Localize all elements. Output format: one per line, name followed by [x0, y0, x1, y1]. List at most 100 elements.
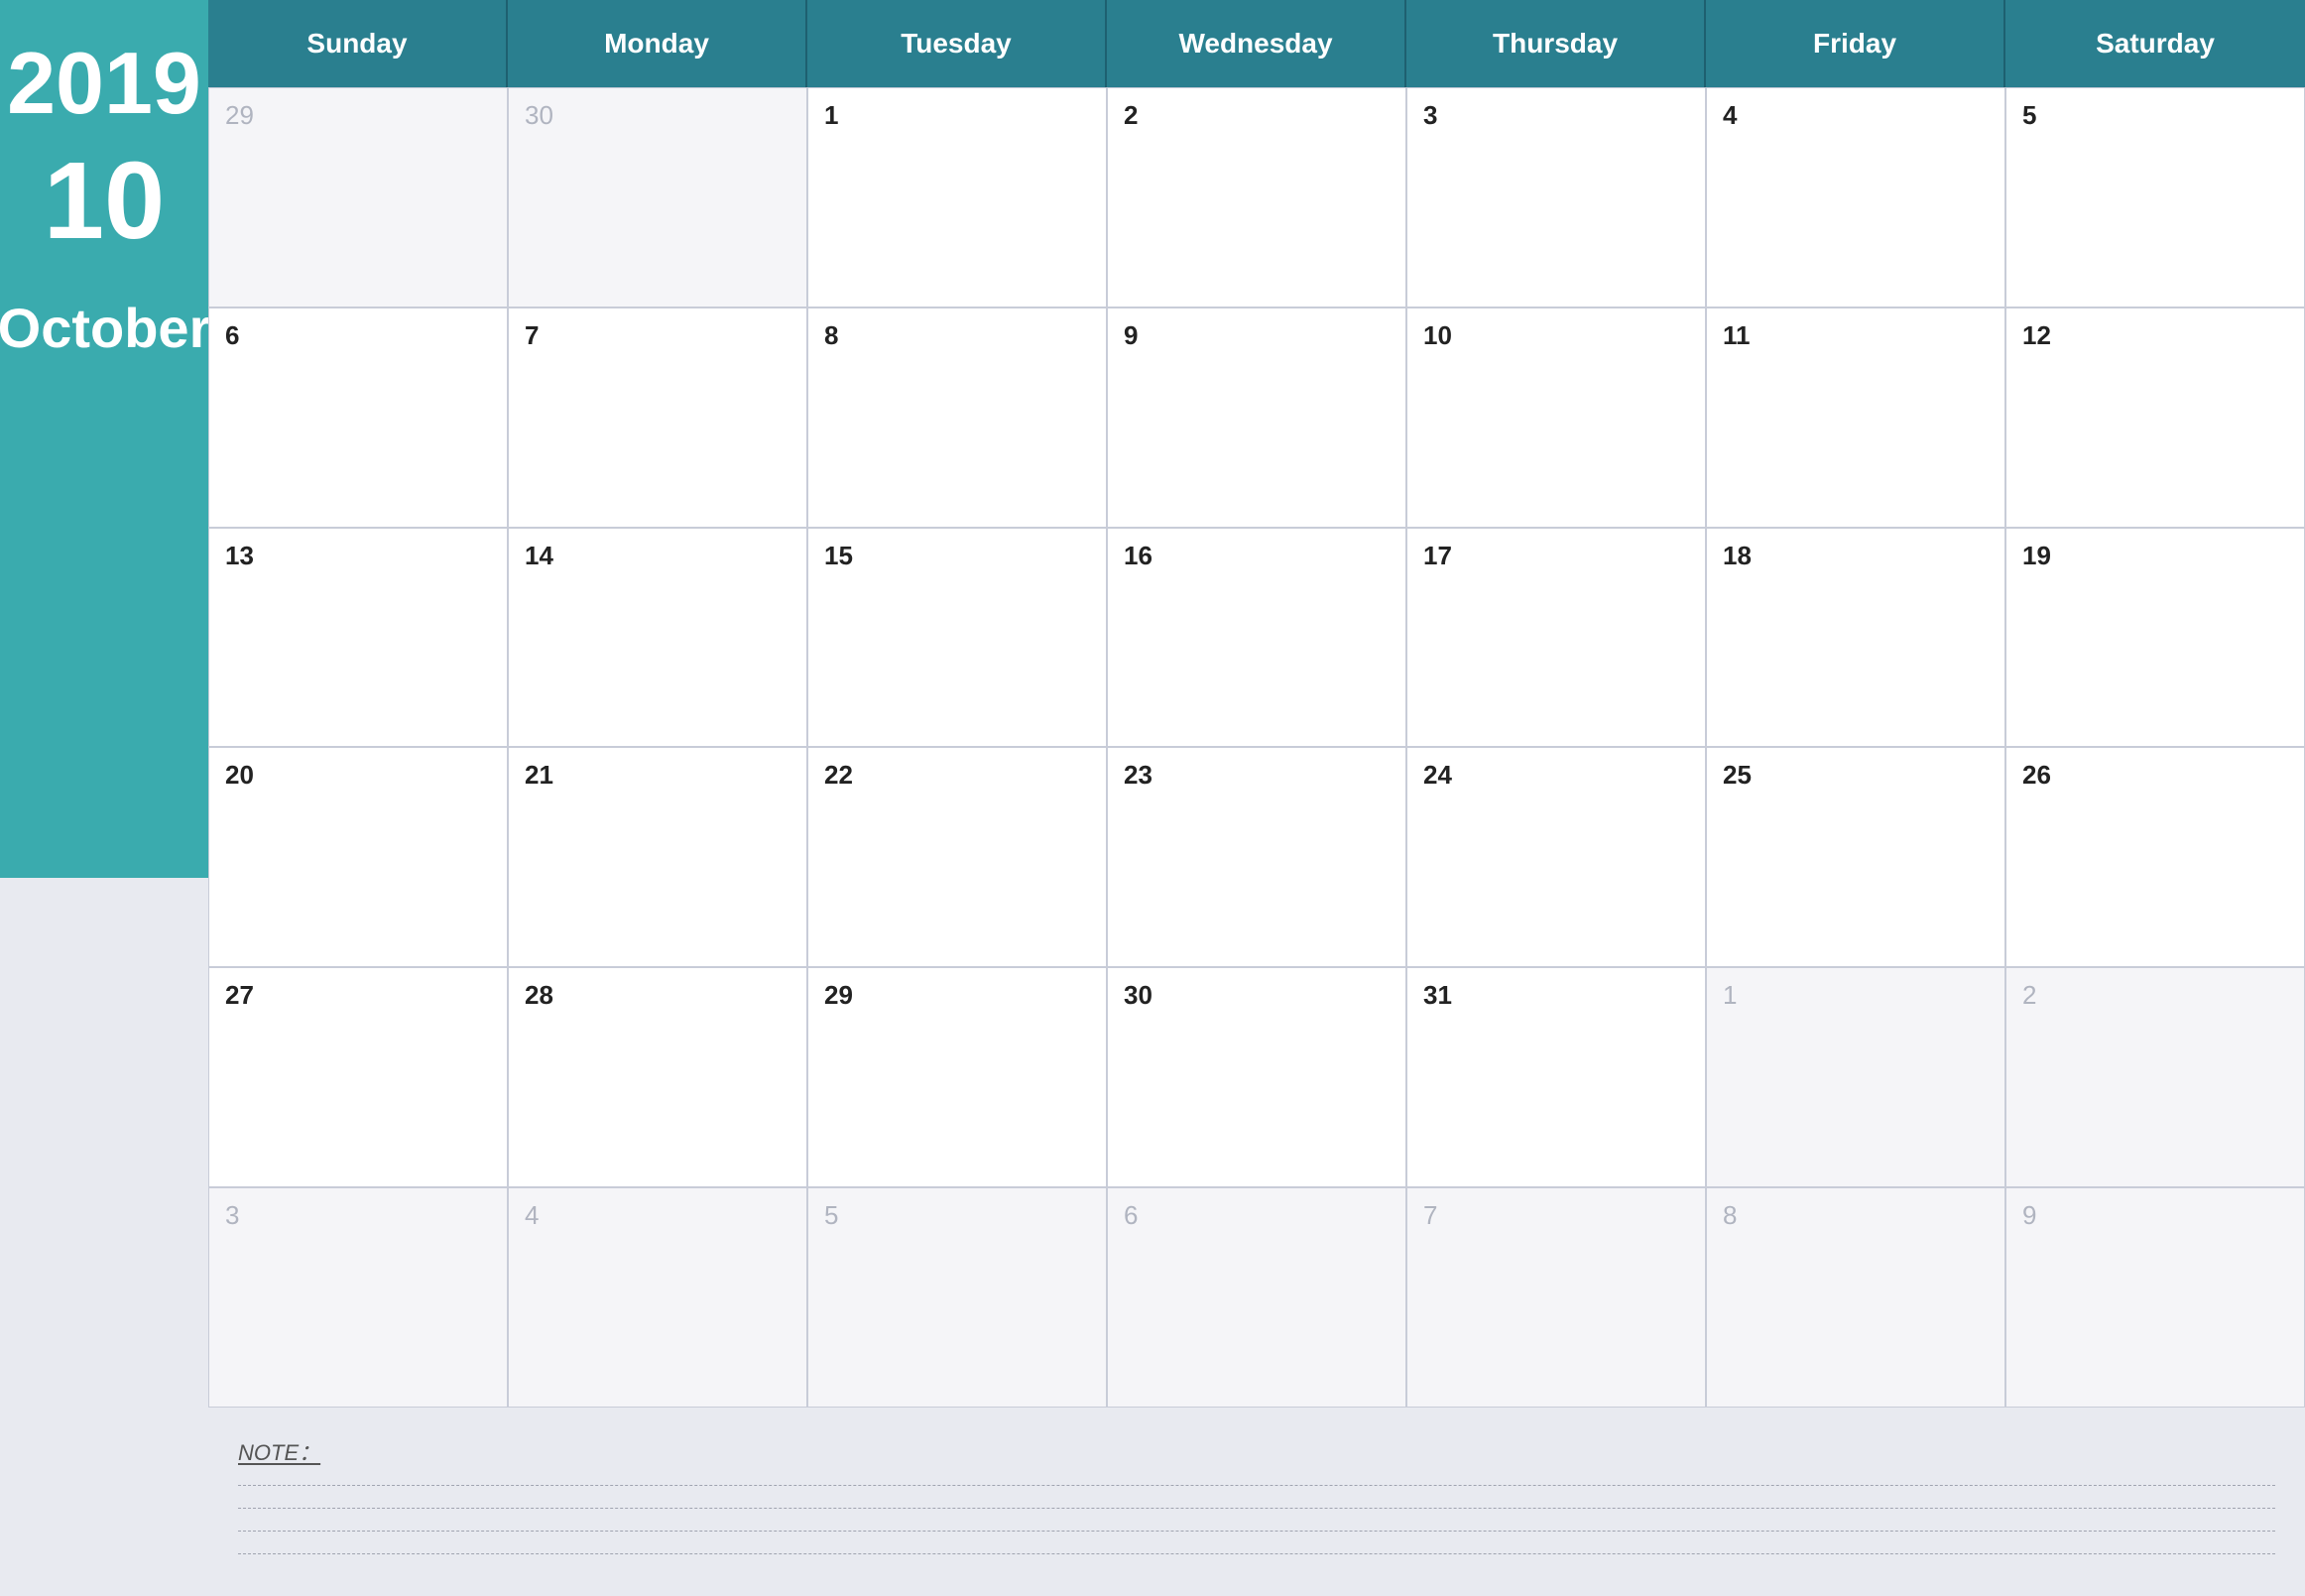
day-number: 2 — [2022, 980, 2288, 1011]
day-number: 30 — [525, 100, 790, 131]
day-number: 24 — [1423, 760, 1689, 791]
day-number: 3 — [225, 1200, 491, 1231]
day-cell[interactable]: 30 — [1107, 967, 1406, 1187]
day-number: 9 — [1124, 320, 1390, 351]
day-cell[interactable]: 29 — [807, 967, 1107, 1187]
day-cell[interactable]: 6 — [1107, 1187, 1406, 1408]
day-cell[interactable]: 3 — [1406, 87, 1706, 307]
day-number: 29 — [225, 100, 491, 131]
day-cell[interactable]: 12 — [2005, 307, 2305, 528]
header-cell-saturday: Saturday — [2005, 0, 2305, 87]
header-cell-sunday: Sunday — [208, 0, 508, 87]
day-cell[interactable]: 7 — [1406, 1187, 1706, 1408]
day-cell[interactable]: 25 — [1706, 747, 2005, 967]
day-number: 10 — [1423, 320, 1689, 351]
day-cell[interactable]: 9 — [1107, 307, 1406, 528]
day-number: 23 — [1124, 760, 1390, 791]
day-cell[interactable]: 8 — [1706, 1187, 2005, 1408]
header-cell-wednesday: Wednesday — [1107, 0, 1406, 87]
day-cell[interactable]: 2 — [1107, 87, 1406, 307]
day-cell[interactable]: 4 — [508, 1187, 807, 1408]
day-cell[interactable]: 22 — [807, 747, 1107, 967]
notes-section: NOTE： — [208, 1408, 2305, 1596]
day-number: 12 — [2022, 320, 2288, 351]
day-number: 25 — [1723, 760, 1989, 791]
day-number: 6 — [1124, 1200, 1390, 1231]
day-cell[interactable]: 9 — [2005, 1187, 2305, 1408]
day-cell[interactable]: 8 — [807, 307, 1107, 528]
day-cell[interactable]: 29 — [208, 87, 508, 307]
day-number: 3 — [1423, 100, 1689, 131]
day-cell[interactable]: 21 — [508, 747, 807, 967]
day-number: 30 — [1124, 980, 1390, 1011]
day-cell[interactable]: 1 — [1706, 967, 2005, 1187]
day-cell[interactable]: 4 — [1706, 87, 2005, 307]
day-cell[interactable]: 1 — [807, 87, 1107, 307]
day-number: 27 — [225, 980, 491, 1011]
day-cell[interactable]: 27 — [208, 967, 508, 1187]
day-number: 18 — [1723, 541, 1989, 571]
day-number: 16 — [1124, 541, 1390, 571]
main-content: SundayMondayTuesdayWednesdayThursdayFrid… — [208, 0, 2305, 1596]
day-number: 29 — [824, 980, 1090, 1011]
day-number: 1 — [1723, 980, 1989, 1011]
day-cell[interactable]: 30 — [508, 87, 807, 307]
month-name-label: October — [0, 296, 210, 360]
day-cell[interactable]: 20 — [208, 747, 508, 967]
note-line — [238, 1508, 2275, 1509]
day-number: 4 — [1723, 100, 1989, 131]
day-number: 26 — [2022, 760, 2288, 791]
day-cell[interactable]: 5 — [2005, 87, 2305, 307]
day-cell[interactable]: 23 — [1107, 747, 1406, 967]
calendar-page: 2019 10 October SundayMondayTuesdayWedne… — [0, 0, 2305, 1596]
day-cell[interactable]: 17 — [1406, 528, 1706, 748]
day-cell[interactable]: 14 — [508, 528, 807, 748]
day-cell[interactable]: 7 — [508, 307, 807, 528]
days-grid: 2930123456789101112131415161718192021222… — [208, 87, 2305, 1408]
day-number: 20 — [225, 760, 491, 791]
day-cell[interactable]: 5 — [807, 1187, 1107, 1408]
day-cell[interactable]: 15 — [807, 528, 1107, 748]
header-cell-friday: Friday — [1706, 0, 2005, 87]
day-cell[interactable]: 28 — [508, 967, 807, 1187]
weekday-header-row: SundayMondayTuesdayWednesdayThursdayFrid… — [208, 0, 2305, 87]
day-number: 8 — [1723, 1200, 1989, 1231]
day-number: 1 — [824, 100, 1090, 131]
day-number: 31 — [1423, 980, 1689, 1011]
day-number: 9 — [2022, 1200, 2288, 1231]
day-cell[interactable]: 26 — [2005, 747, 2305, 967]
calendar-grid: SundayMondayTuesdayWednesdayThursdayFrid… — [208, 0, 2305, 1408]
note-line — [238, 1553, 2275, 1554]
day-number: 19 — [2022, 541, 2288, 571]
day-number: 21 — [525, 760, 790, 791]
note-line — [238, 1531, 2275, 1532]
year-label: 2019 — [7, 40, 201, 127]
day-cell[interactable]: 19 — [2005, 528, 2305, 748]
day-number: 22 — [824, 760, 1090, 791]
header-cell-tuesday: Tuesday — [807, 0, 1107, 87]
day-cell[interactable]: 6 — [208, 307, 508, 528]
day-number: 5 — [2022, 100, 2288, 131]
day-number: 15 — [824, 541, 1090, 571]
note-line — [238, 1485, 2275, 1486]
day-cell[interactable]: 16 — [1107, 528, 1406, 748]
day-number: 8 — [824, 320, 1090, 351]
day-number: 7 — [525, 320, 790, 351]
day-cell[interactable]: 24 — [1406, 747, 1706, 967]
day-cell[interactable]: 10 — [1406, 307, 1706, 528]
day-number: 14 — [525, 541, 790, 571]
day-cell[interactable]: 18 — [1706, 528, 2005, 748]
sidebar: 2019 10 October — [0, 0, 208, 1596]
day-number: 6 — [225, 320, 491, 351]
day-cell[interactable]: 2 — [2005, 967, 2305, 1187]
notes-label: NOTE： — [238, 1435, 2275, 1467]
day-number: 28 — [525, 980, 790, 1011]
day-cell[interactable]: 11 — [1706, 307, 2005, 528]
day-number: 11 — [1723, 320, 1989, 351]
header-cell-monday: Monday — [508, 0, 807, 87]
header-cell-thursday: Thursday — [1406, 0, 1706, 87]
day-cell[interactable]: 31 — [1406, 967, 1706, 1187]
day-cell[interactable]: 13 — [208, 528, 508, 748]
day-cell[interactable]: 3 — [208, 1187, 508, 1408]
day-number: 13 — [225, 541, 491, 571]
